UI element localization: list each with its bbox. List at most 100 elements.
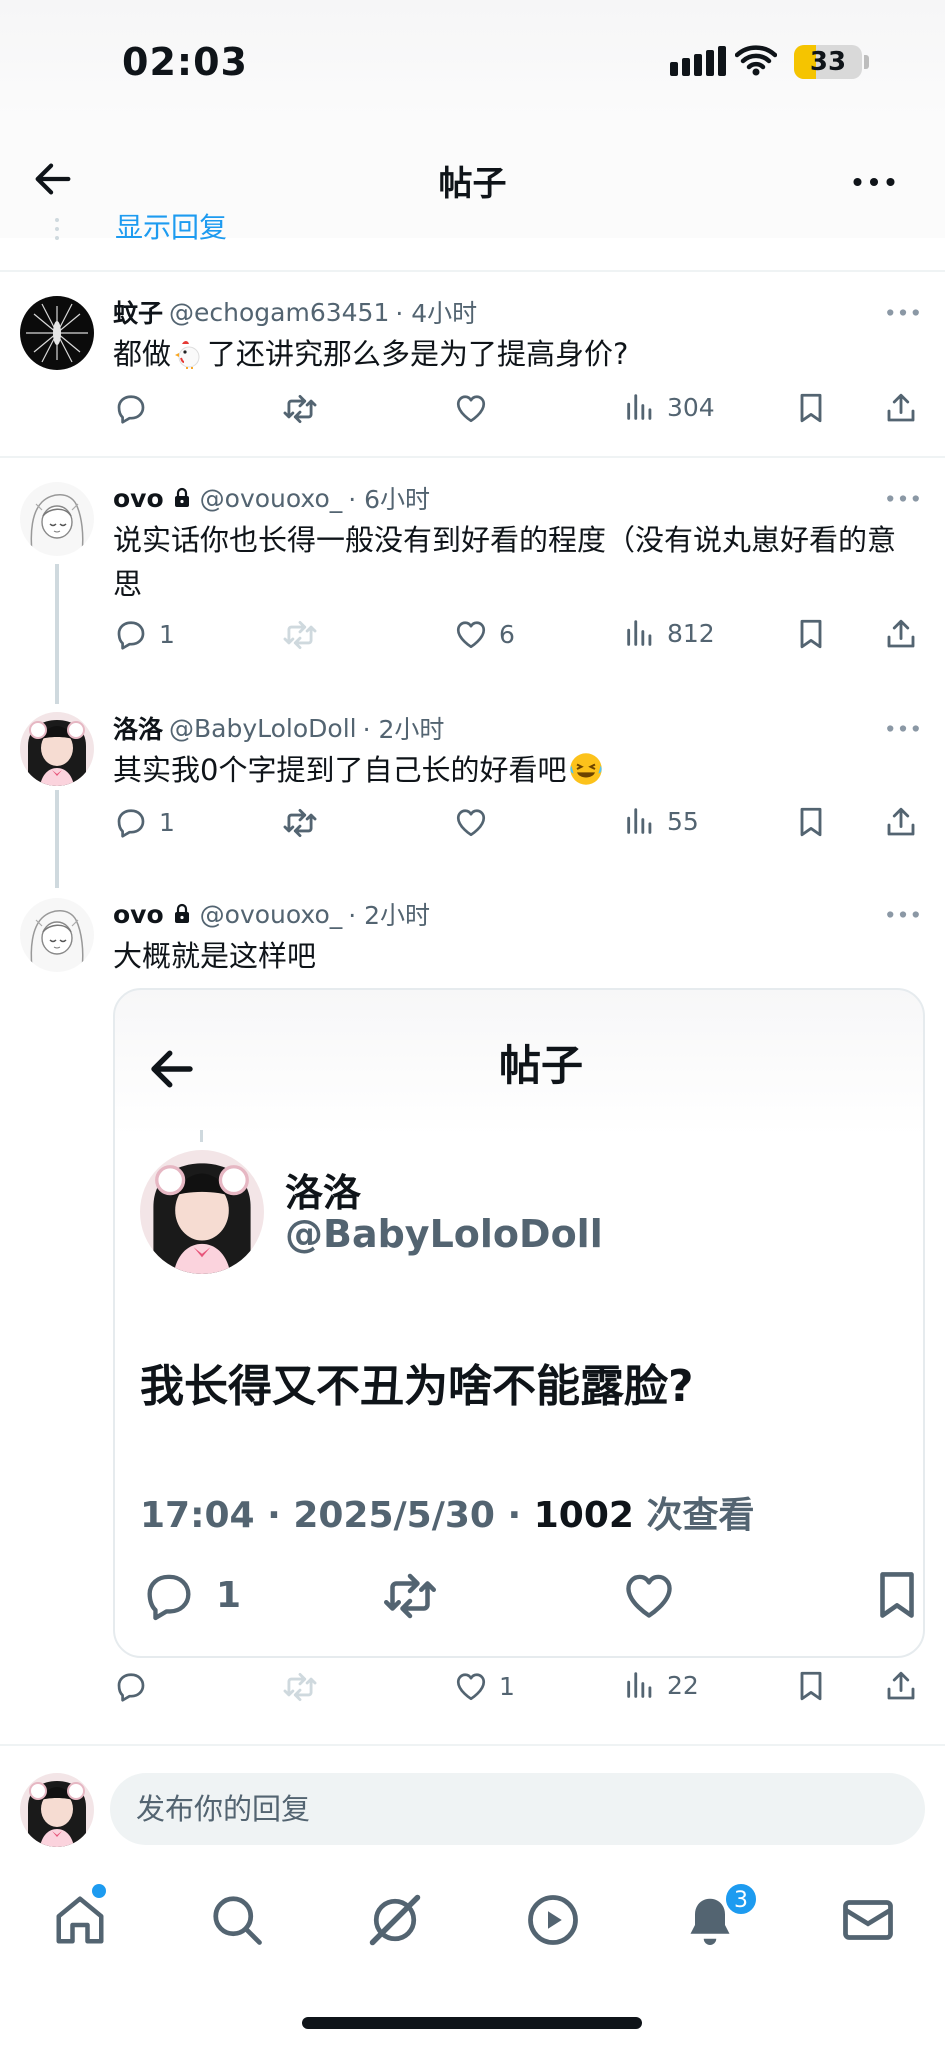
- home-icon[interactable]: [50, 1890, 110, 1950]
- bookmark-icon: [868, 1566, 925, 1624]
- reply-icon: [113, 804, 149, 840]
- reply-count: 1: [159, 807, 175, 837]
- reply-button[interactable]: [113, 1668, 159, 1704]
- reply-button[interactable]: 1: [113, 616, 175, 652]
- avatar[interactable]: [20, 296, 94, 370]
- share-icon: [883, 616, 919, 652]
- more-icon[interactable]: [886, 910, 920, 919]
- bookmark-button[interactable]: [793, 390, 829, 426]
- screenshot-handle: @BabyLoloDoll: [285, 1212, 603, 1256]
- bookmark-button[interactable]: [793, 804, 829, 840]
- tweet-text: 都做 了还讲究那么多是为了提高身价?: [113, 332, 923, 376]
- screenshot-views-label: 次查看: [646, 1495, 755, 1536]
- page-title: 帖子: [438, 164, 507, 204]
- avatar[interactable]: [20, 482, 94, 556]
- handle[interactable]: @ovouoxo_: [200, 484, 343, 513]
- thread-dots: [200, 1130, 203, 1142]
- retweet-button[interactable]: [281, 616, 319, 654]
- like-button[interactable]: 1: [453, 1668, 515, 1704]
- tweet[interactable]: 洛洛 @BabyLoloDoll · 2小时 其实我0个字提到了自己长的好看吧 …: [0, 688, 945, 874]
- lock-icon: [170, 486, 194, 510]
- display-name[interactable]: 洛洛: [113, 710, 163, 746]
- display-name[interactable]: ovo: [113, 900, 164, 929]
- avatar[interactable]: [20, 712, 94, 786]
- share-icon: [883, 390, 919, 426]
- handle[interactable]: @ovouoxo_: [200, 900, 343, 929]
- views-button[interactable]: 22: [623, 1668, 699, 1702]
- tweet-text-part: 其实我0个字提到了自己长的好看吧: [113, 753, 567, 787]
- display-name[interactable]: 蚊子: [113, 294, 163, 330]
- like-button[interactable]: 6: [453, 616, 515, 652]
- reply-button[interactable]: 1: [113, 804, 175, 840]
- more-icon[interactable]: [886, 308, 920, 317]
- grok-icon[interactable]: [365, 1890, 425, 1950]
- like-count: 1: [499, 1671, 515, 1701]
- bookmark-button[interactable]: [793, 1668, 829, 1704]
- tweet-actions: 1 22: [113, 1668, 933, 1714]
- like-icon: [453, 616, 489, 652]
- retweet-icon: [281, 804, 319, 842]
- more-icon[interactable]: [886, 494, 920, 503]
- display-name[interactable]: ovo: [113, 484, 164, 513]
- reply-icon: [113, 1668, 149, 1704]
- share-button[interactable]: [883, 616, 919, 652]
- battery-percent: 33: [809, 47, 847, 77]
- tweet-actions: 304: [113, 390, 933, 436]
- screenshot-time: 17:04 · 2025/5/30 ·: [140, 1495, 522, 1536]
- screenshot-like: [620, 1566, 678, 1624]
- share-button[interactable]: [883, 1668, 919, 1704]
- retweet-button[interactable]: [281, 1668, 319, 1706]
- like-icon: [453, 1668, 489, 1704]
- retweet-button[interactable]: [281, 390, 319, 428]
- more-icon[interactable]: [886, 724, 920, 733]
- video-icon[interactable]: [523, 1890, 583, 1950]
- search-icon[interactable]: [207, 1890, 267, 1950]
- tweet-meta: ovo @ovouoxo_ · 6小时: [113, 480, 430, 516]
- more-icon[interactable]: [852, 176, 896, 188]
- tweet-text-part: 都做: [113, 337, 172, 371]
- reply-button[interactable]: [113, 390, 159, 426]
- views-button[interactable]: 812: [623, 616, 715, 650]
- handle[interactable]: @BabyLoloDoll: [169, 714, 357, 743]
- tweet-actions: 1 6 812: [113, 616, 933, 662]
- share-icon: [883, 804, 919, 840]
- share-icon: [883, 1668, 919, 1704]
- screenshot-post-text: 我长得又不丑为啥不能露脸?: [140, 1361, 694, 1412]
- retweet-button[interactable]: [281, 804, 319, 842]
- screenshot-actions: 1: [140, 1566, 925, 1626]
- views-icon: [623, 804, 657, 838]
- retweet-icon: [281, 1668, 319, 1706]
- screenshot-reply: 1: [140, 1566, 241, 1624]
- timestamp: · 2小时: [348, 901, 431, 930]
- like-icon: [453, 804, 489, 840]
- screenshot-title: 帖子: [498, 1041, 583, 1090]
- retweet-icon: [380, 1566, 440, 1626]
- views-button[interactable]: 55: [623, 804, 699, 838]
- handle[interactable]: @echogam63451: [169, 298, 389, 327]
- status-time: 02:03: [122, 40, 248, 84]
- wifi-icon: [735, 45, 777, 76]
- tweet[interactable]: ovo @ovouoxo_ · 6小时 说实话你也长得一般没有到好看的程度（没有…: [0, 458, 945, 688]
- mail-icon[interactable]: [838, 1890, 898, 1950]
- tweet[interactable]: 蚊子 @echogam63451 · 4小时 都做 了还讲究那么多是为了提高身价?…: [0, 272, 945, 456]
- divider: [0, 1744, 945, 1746]
- reply-icon: [140, 1566, 198, 1624]
- reply-input[interactable]: 发布你的回复: [110, 1773, 925, 1845]
- retweet-icon: [281, 616, 319, 654]
- tweet-text: 大概就是这样吧: [113, 939, 317, 973]
- share-button[interactable]: [883, 804, 919, 840]
- like-icon: [453, 390, 489, 426]
- reply-count: 1: [159, 619, 175, 649]
- share-button[interactable]: [883, 390, 919, 426]
- bookmark-icon: [793, 390, 829, 426]
- views-button[interactable]: 304: [623, 390, 715, 424]
- show-replies-link[interactable]: 显示回复: [115, 206, 227, 242]
- like-button[interactable]: [453, 390, 499, 426]
- bookmark-icon: [793, 804, 829, 840]
- avatar: [20, 1773, 94, 1847]
- bookmark-button[interactable]: [793, 616, 829, 652]
- like-button[interactable]: [453, 804, 499, 840]
- avatar[interactable]: [20, 898, 94, 972]
- view-count: 22: [667, 1670, 699, 1700]
- attached-screenshot-image[interactable]: 帖子 洛洛 @BabyLoloDoll 我长得又不丑为啥不能露脸? 17:04 …: [113, 988, 925, 1658]
